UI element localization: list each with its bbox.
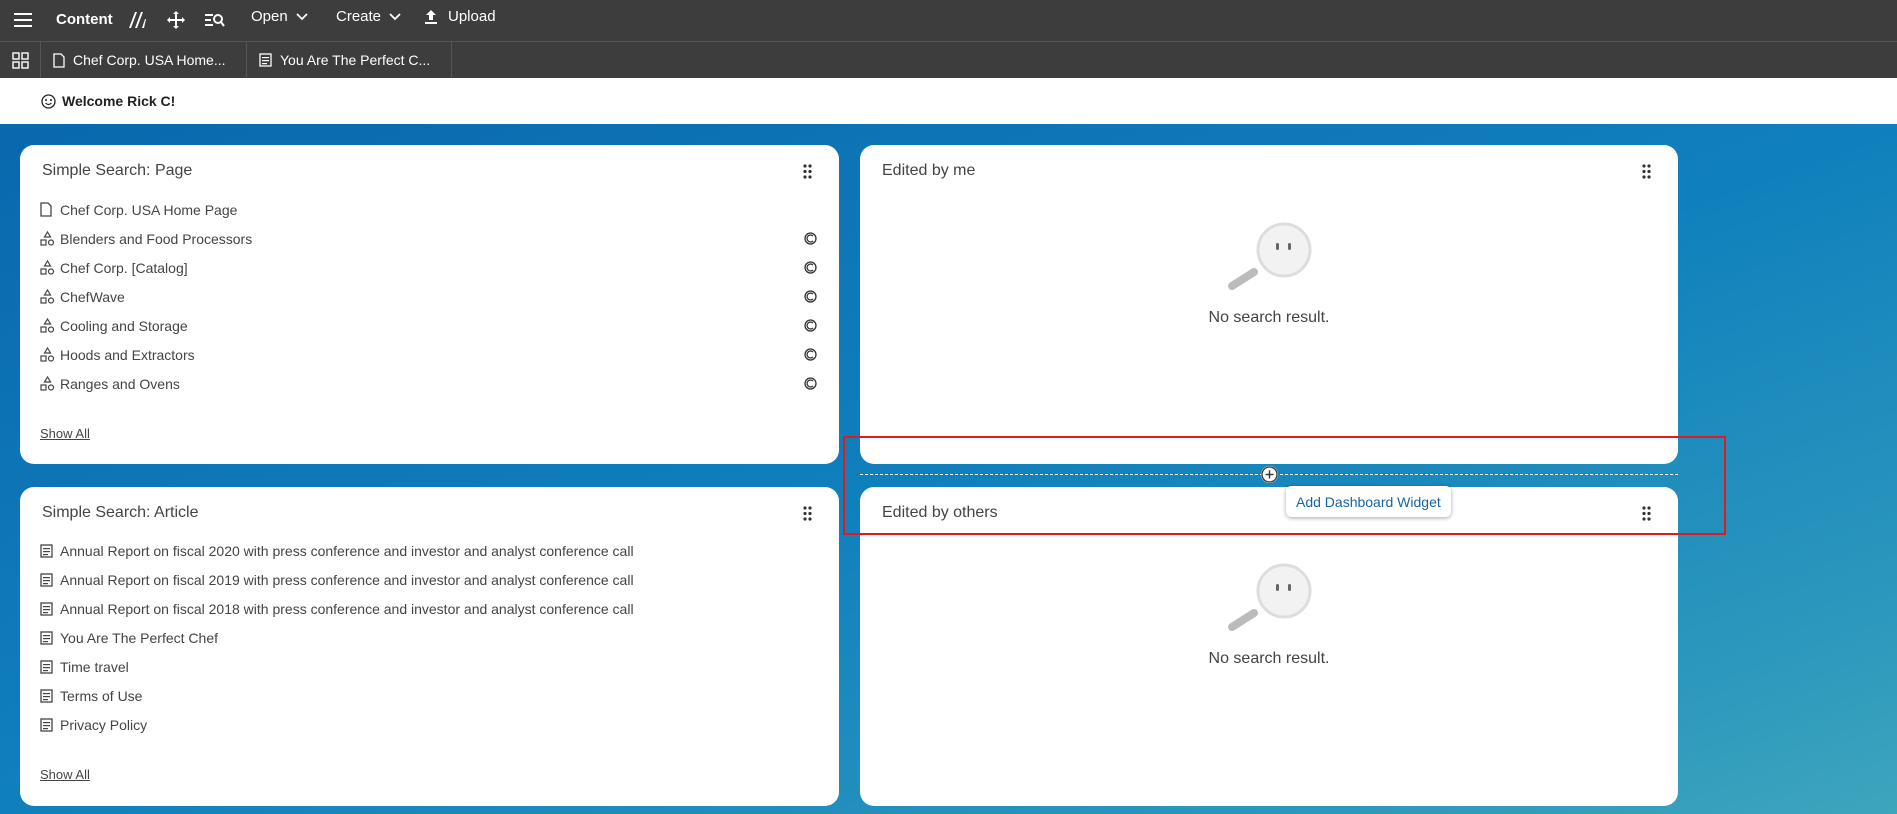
drag-handle-icon[interactable] bbox=[803, 506, 812, 521]
show-all-link[interactable]: Show All bbox=[40, 767, 90, 782]
list-item[interactable]: Time travel bbox=[40, 652, 817, 681]
article-icon bbox=[259, 53, 272, 67]
no-results-magnifier-icon bbox=[1228, 222, 1312, 290]
drag-handle-icon[interactable] bbox=[803, 164, 812, 179]
list-item-label: Chef Corp. USA Home Page bbox=[60, 201, 238, 218]
list-item[interactable]: Terms of Use bbox=[40, 681, 817, 710]
page-icon bbox=[40, 202, 52, 217]
list-item-label: Annual Report on fiscal 2019 with press … bbox=[60, 571, 634, 588]
empty-message: No search result. bbox=[1208, 309, 1330, 326]
add-dashboard-widget-button[interactable]: Add Dashboard Widget bbox=[1286, 486, 1451, 517]
list-item-label: Chef Corp. [Catalog] bbox=[60, 259, 188, 276]
empty-state: No search result. bbox=[860, 222, 1678, 327]
list-item[interactable]: Hoods and Extractors bbox=[40, 340, 817, 369]
list-item[interactable]: ChefWave bbox=[40, 282, 817, 311]
app-title: Content bbox=[56, 11, 113, 28]
category-icon bbox=[40, 376, 55, 391]
article-icon bbox=[40, 659, 53, 674]
status-icon bbox=[804, 377, 817, 390]
widget-simple-search-page: Simple Search: Page Chef Corp. USA Home … bbox=[20, 145, 839, 464]
smiley-icon bbox=[41, 93, 56, 109]
list-item[interactable]: Annual Report on fiscal 2018 with press … bbox=[40, 594, 817, 623]
upload-icon bbox=[425, 9, 437, 24]
create-menu-label: Create bbox=[336, 8, 382, 25]
list-item[interactable]: Chef Corp. [Catalog] bbox=[40, 253, 817, 282]
page-result-list: Chef Corp. USA Home Page Blenders and Fo… bbox=[40, 195, 817, 398]
category-icon bbox=[40, 347, 55, 362]
drag-handle-icon[interactable] bbox=[1642, 164, 1651, 179]
status-icon bbox=[804, 261, 817, 274]
status-icon bbox=[804, 348, 817, 361]
document-tabs: Chef Corp. USA Home... You Are The Perfe… bbox=[0, 41, 1897, 78]
category-icon bbox=[40, 318, 55, 333]
tab-perfect-chef[interactable]: You Are The Perfect C... bbox=[246, 42, 452, 78]
article-icon bbox=[40, 543, 53, 558]
list-item-label: Ranges and Ovens bbox=[60, 375, 180, 392]
widget-title: Simple Search: Article bbox=[42, 504, 199, 521]
widget-title: Simple Search: Page bbox=[42, 162, 193, 179]
top-toolbar: Content Open Create Upload bbox=[0, 0, 1897, 41]
list-item[interactable]: Privacy Policy bbox=[40, 710, 817, 739]
widget-simple-search-article: Simple Search: Article Annual Report on … bbox=[20, 487, 839, 806]
page-icon bbox=[53, 52, 65, 68]
article-result-list: Annual Report on fiscal 2020 with press … bbox=[40, 536, 817, 739]
no-results-magnifier-icon bbox=[1228, 563, 1312, 631]
article-icon bbox=[40, 572, 53, 587]
tab-label: You Are The Perfect C... bbox=[280, 52, 431, 68]
list-item[interactable]: Chef Corp. USA Home Page bbox=[40, 195, 817, 224]
list-item[interactable]: Blenders and Food Processors bbox=[40, 224, 817, 253]
create-menu[interactable]: Create bbox=[336, 8, 401, 25]
empty-message: No search result. bbox=[1208, 650, 1330, 667]
list-item[interactable]: Annual Report on fiscal 2020 with press … bbox=[40, 536, 817, 565]
tab-label: Chef Corp. USA Home... bbox=[73, 52, 226, 68]
status-icon bbox=[804, 232, 817, 245]
open-menu[interactable]: Open bbox=[251, 8, 308, 25]
status-icon bbox=[804, 319, 817, 332]
widget-edited-by-me: Edited by me No search result. bbox=[860, 145, 1678, 464]
list-item-label: Blenders and Food Processors bbox=[60, 230, 253, 247]
article-icon bbox=[40, 601, 53, 616]
apps-grid-icon[interactable] bbox=[0, 42, 40, 78]
brand-logo-icon[interactable] bbox=[126, 9, 148, 31]
list-item[interactable]: You Are The Perfect Chef bbox=[40, 623, 817, 652]
drag-handle-icon[interactable] bbox=[1642, 506, 1651, 521]
category-icon bbox=[40, 289, 55, 304]
article-icon bbox=[40, 688, 53, 703]
move-icon[interactable] bbox=[165, 9, 187, 31]
list-item-label: Annual Report on fiscal 2020 with press … bbox=[60, 542, 634, 559]
widget-edited-by-others: Edited by others No search result. bbox=[860, 487, 1678, 806]
list-item-label: ChefWave bbox=[60, 288, 125, 305]
list-item-label: Privacy Policy bbox=[60, 716, 148, 733]
tab-chef-corp-home[interactable]: Chef Corp. USA Home... bbox=[40, 42, 246, 78]
open-menu-label: Open bbox=[251, 8, 288, 25]
search-list-icon[interactable] bbox=[204, 9, 226, 31]
article-icon bbox=[40, 717, 53, 732]
menu-icon[interactable] bbox=[12, 9, 34, 31]
article-icon bbox=[40, 630, 53, 645]
list-item-label: Time travel bbox=[60, 658, 129, 675]
list-item-label: Hoods and Extractors bbox=[60, 346, 195, 363]
list-item-label: Cooling and Storage bbox=[60, 317, 188, 334]
list-item[interactable]: Ranges and Ovens bbox=[40, 369, 817, 398]
upload-label: Upload bbox=[448, 8, 496, 25]
list-item-label: Terms of Use bbox=[60, 687, 143, 704]
list-item[interactable]: Annual Report on fiscal 2019 with press … bbox=[40, 565, 817, 594]
chevron-down-icon bbox=[389, 12, 401, 20]
welcome-bar: Welcome Rick C! bbox=[0, 78, 1897, 124]
category-icon bbox=[40, 260, 55, 275]
list-item-label: You Are The Perfect Chef bbox=[60, 629, 218, 646]
upload-button[interactable]: Upload bbox=[424, 8, 496, 25]
list-item-label: Annual Report on fiscal 2018 with press … bbox=[60, 600, 634, 617]
list-item[interactable]: Cooling and Storage bbox=[40, 311, 817, 340]
welcome-text: Welcome Rick C! bbox=[62, 93, 176, 109]
empty-state: No search result. bbox=[860, 563, 1678, 668]
category-icon bbox=[40, 231, 55, 246]
widget-title: Edited by me bbox=[882, 162, 976, 179]
chevron-down-icon bbox=[296, 12, 308, 20]
add-widget-plus-icon[interactable] bbox=[1261, 466, 1278, 483]
show-all-link[interactable]: Show All bbox=[40, 426, 90, 441]
status-icon bbox=[804, 290, 817, 303]
widget-title: Edited by others bbox=[882, 504, 998, 521]
